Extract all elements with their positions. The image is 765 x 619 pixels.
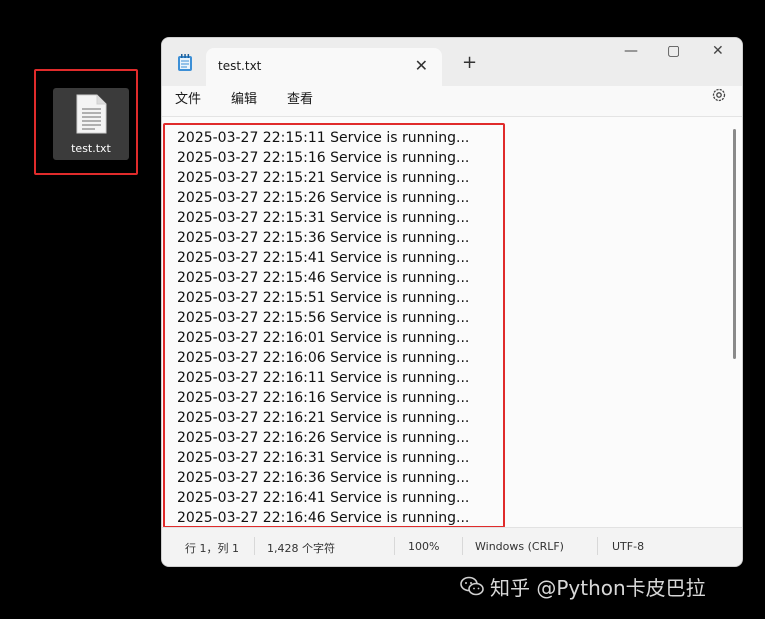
tab-close-icon[interactable]: ✕ — [415, 56, 428, 75]
highlight-box-desktop-icon — [34, 69, 138, 175]
settings-gear-icon[interactable] — [711, 87, 727, 103]
status-separator — [254, 537, 255, 555]
status-separator — [462, 537, 463, 555]
text-editor[interactable]: 2025-03-27 22:15:11 Service is running..… — [162, 116, 742, 531]
watermark-text: 知乎 @Python卡皮巴拉 — [490, 576, 706, 600]
menu-edit[interactable]: 编辑 — [231, 88, 257, 107]
minimize-button[interactable]: — — [624, 43, 638, 59]
menu-file[interactable]: 文件 — [175, 88, 201, 107]
menu-bar: 文件 编辑 查看 — [162, 86, 742, 116]
highlight-box-text — [163, 123, 505, 528]
status-separator — [597, 537, 598, 555]
menu-view[interactable]: 查看 — [287, 88, 313, 107]
tab-test-txt[interactable]: test.txt ✕ — [206, 48, 442, 86]
status-cursor-position: 行 1，列 1 — [185, 542, 239, 555]
status-line-ending[interactable]: Windows (CRLF) — [475, 540, 564, 553]
status-separator — [394, 537, 395, 555]
title-bar: test.txt ✕ + — ▢ ✕ — [162, 38, 742, 86]
vertical-scrollbar[interactable] — [733, 129, 736, 359]
maximize-button[interactable]: ▢ — [667, 43, 680, 59]
close-button[interactable]: ✕ — [712, 43, 724, 59]
status-char-count: 1,428 个字符 — [267, 542, 335, 555]
status-encoding[interactable]: UTF-8 — [612, 540, 644, 553]
wechat-logo-icon — [460, 576, 484, 596]
notepad-window: test.txt ✕ + — ▢ ✕ 文件 编辑 查看 2025-03-27 2… — [161, 37, 743, 567]
notepad-icon — [178, 54, 192, 71]
status-bar: 行 1，列 1 1,428 个字符 100% Windows (CRLF) UT… — [162, 527, 742, 566]
new-tab-button[interactable]: + — [462, 52, 477, 73]
status-zoom[interactable]: 100% — [408, 540, 439, 553]
tab-title: test.txt — [218, 59, 262, 73]
